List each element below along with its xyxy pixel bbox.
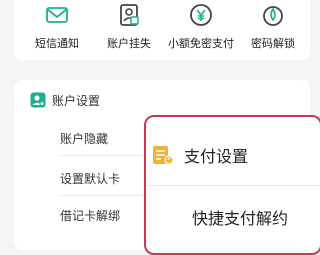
quick-action-label: 短信通知 (35, 37, 79, 50)
yen-coin-icon (190, 4, 212, 26)
quick-action-label: 小额免密支付 (168, 37, 234, 50)
settings-item-hide-account[interactable]: 账户隐藏 (60, 130, 108, 147)
quick-action-password-unlock[interactable]: 密码解锁 (236, 2, 310, 51)
account-lock-icon (120, 4, 139, 26)
payment-settings-popup: 支付设置 快捷支付解约 (144, 115, 320, 255)
settings-item-unbind-debit-card[interactable]: 借记卡解绑 (60, 207, 120, 224)
quick-action-label: 账户挂失 (107, 37, 151, 50)
payment-settings-header[interactable]: 支付设置 (152, 143, 248, 167)
quick-payment-cancel-item[interactable]: 快捷支付解约 (192, 205, 288, 229)
account-settings-title: 账户设置 (52, 93, 101, 108)
quick-action-label: 密码解锁 (251, 37, 295, 50)
payment-settings-icon (153, 146, 174, 165)
quick-action-small-payment[interactable]: 小额免密支付 (164, 2, 238, 51)
settings-item-default-card[interactable]: 设置默认卡 (60, 170, 120, 187)
account-settings-icon (30, 92, 46, 108)
divider (146, 185, 320, 186)
quick-action-sms[interactable]: 短信通知 (20, 2, 94, 51)
account-settings-header: 账户设置 (30, 90, 100, 110)
unlock-drop-icon (263, 6, 283, 26)
quick-action-report-loss[interactable]: 账户挂失 (92, 2, 166, 51)
message-envelope-icon (46, 7, 68, 23)
quick-actions-card: 短信通知 账户挂失 小额免密支付 密码解锁 (14, 0, 310, 60)
payment-settings-title: 支付设置 (184, 147, 249, 166)
